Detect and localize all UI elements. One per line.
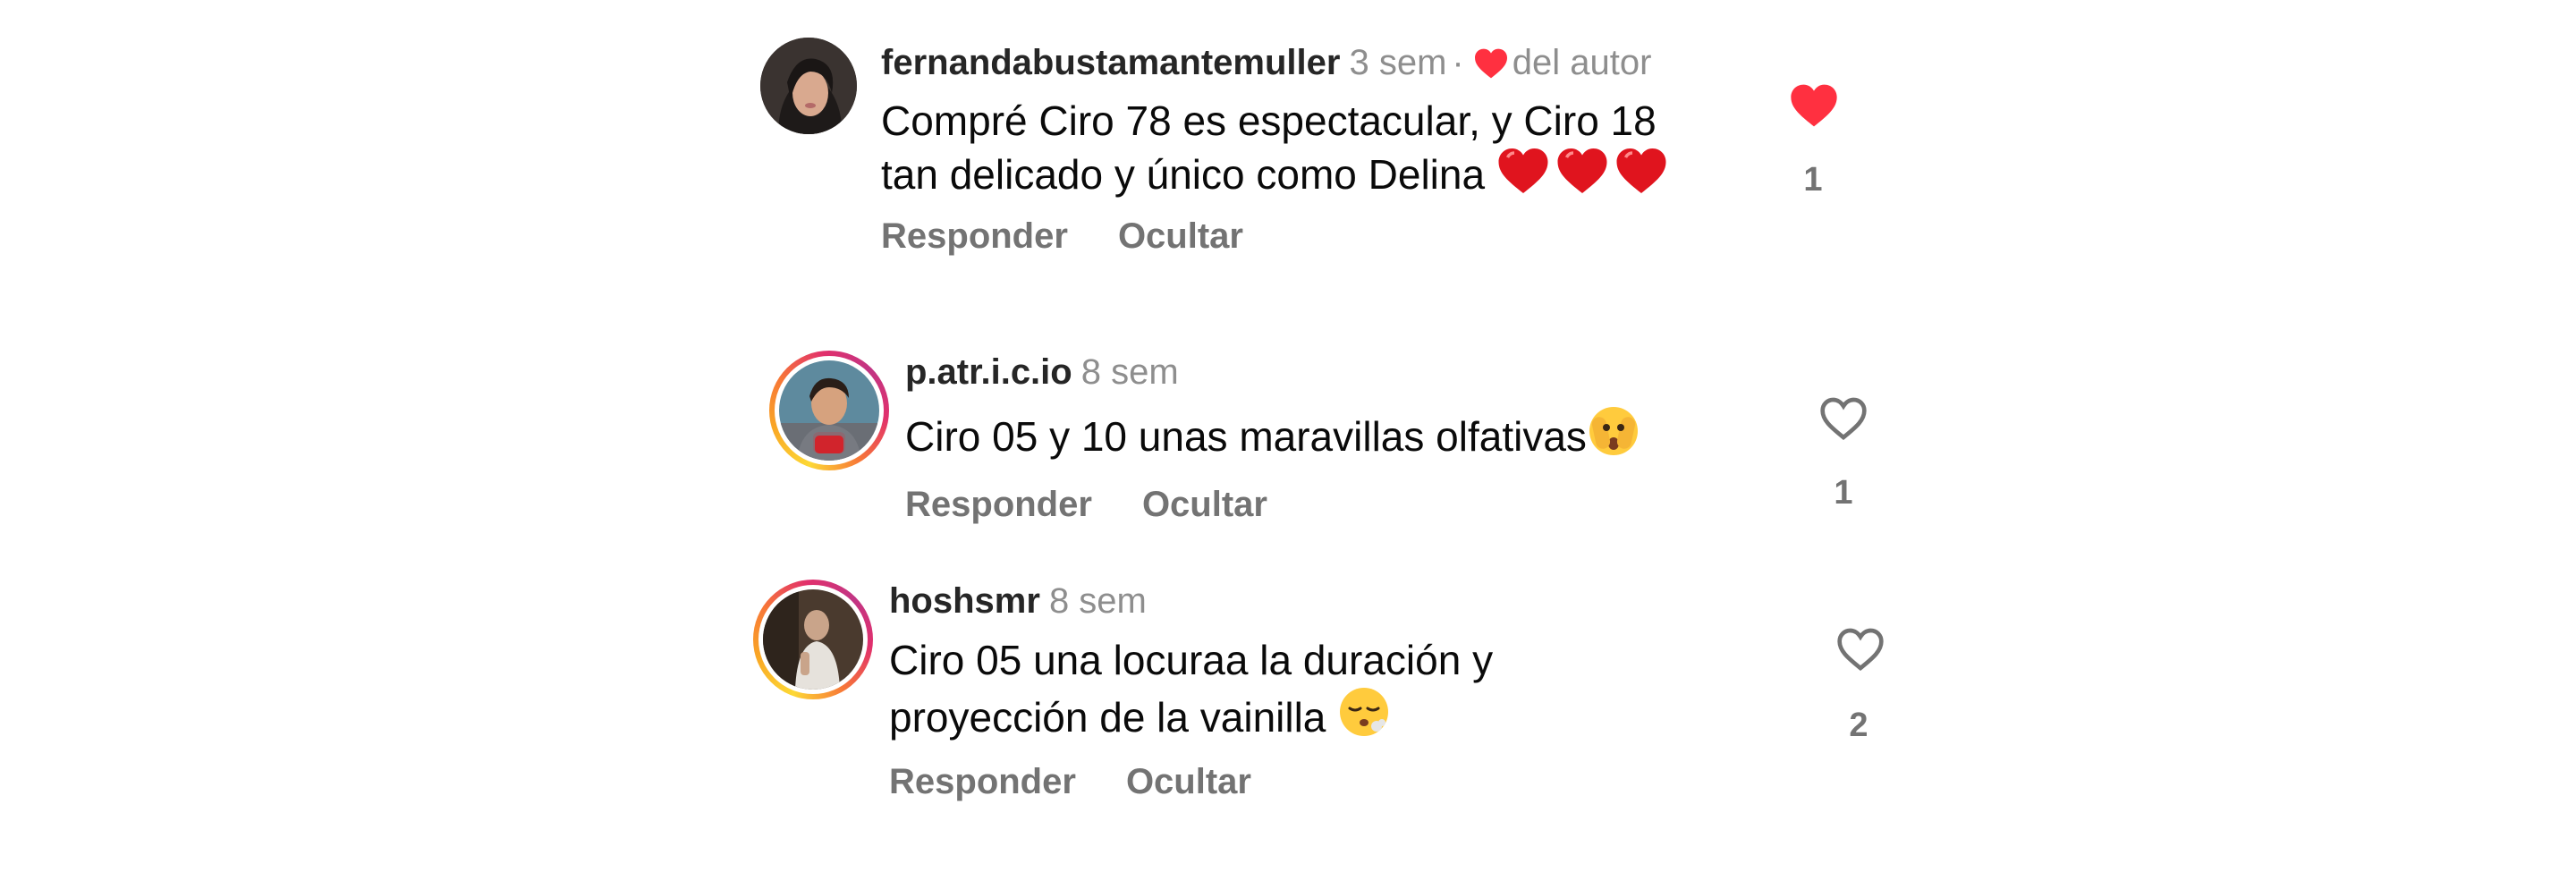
avatar-inner [758,585,868,694]
red-heart-emoji [1496,146,1550,207]
heart-outline-icon [1837,628,1884,671]
username[interactable]: p.atr.i.c.io [905,352,1072,392]
reply-button[interactable]: Responder [889,762,1076,801]
comment-text-line-wrap: proyección de la vainilla [889,685,1784,749]
comment-meta: fernandabustamantemuller 3 sem · del autor [881,41,1651,84]
hide-button[interactable]: Ocultar [1118,216,1243,256]
comment-actions: Responder Ocultar [889,760,1251,803]
hide-button[interactable]: Ocultar [1126,762,1251,801]
avatar-image [779,360,879,461]
reply-button[interactable]: Responder [881,216,1068,256]
comment-text-line: Compré Ciro 78 es espectacular, y Ciro 1… [881,97,1657,144]
username[interactable]: hoshsmr [889,581,1040,621]
like-count: 1 [1803,161,1823,199]
comment-meta: hoshsmr 8 sem [889,580,1147,622]
like-button[interactable] [1818,395,1868,442]
username[interactable]: fernandabustamantemuller [881,43,1340,82]
avatar-image [763,589,863,690]
comment-actions: Responder Ocultar [905,483,1267,526]
comment-text: Compré Ciro 78 es espectacular, y Ciro 1… [881,96,1775,207]
comment-text: Ciro 05 y 10 unas maravillas olfativas [905,404,1800,469]
like-count: 1 [1834,474,1853,512]
timestamp: 8 sem [1080,352,1179,392]
red-heart-emoji [1614,146,1668,207]
liked-by-author-label: del autor [1512,43,1652,82]
comment-text-line-wrap: tan delicado y único como Delina [881,146,1775,207]
avatar[interactable] [760,38,857,134]
like-button[interactable] [1789,82,1839,129]
like-count: 2 [1849,707,1868,744]
comment-meta: p.atr.i.c.io 8 sem [905,351,1179,394]
comment-actions: Responder Ocultar [881,215,1243,258]
timestamp: 8 sem [1048,581,1147,621]
like-button[interactable] [1835,626,1885,673]
avatar-inner [775,356,884,465]
comments-list: fernandabustamantemuller 3 sem · del autor … [0,0,2576,872]
heart-filled-icon [1474,48,1507,79]
timestamp: 3 sem [1349,43,1447,82]
hide-button[interactable]: Ocultar [1142,485,1267,524]
comment-text-line: Ciro 05 una locuraa la duración y [889,637,1494,683]
comment-text: Ciro 05 una locuraa la duración y proyec… [889,635,1784,749]
avatar[interactable] [753,580,873,699]
heart-filled-icon [1791,84,1837,127]
heart-outline-icon [1820,397,1867,440]
comment-text-line: tan delicado y único como Delina [881,151,1486,198]
face-with-peeking-eye-emoji [1587,404,1640,469]
avatar[interactable] [769,351,889,470]
face-exhaling-emoji [1337,685,1391,749]
red-heart-emoji [1555,146,1609,207]
comment-text-line: proyección de la vainilla [889,694,1326,741]
reply-button[interactable]: Responder [905,485,1092,524]
comment-text-line: Ciro 05 y 10 unas maravillas olfativas [905,413,1587,460]
separator: · [1452,43,1464,82]
